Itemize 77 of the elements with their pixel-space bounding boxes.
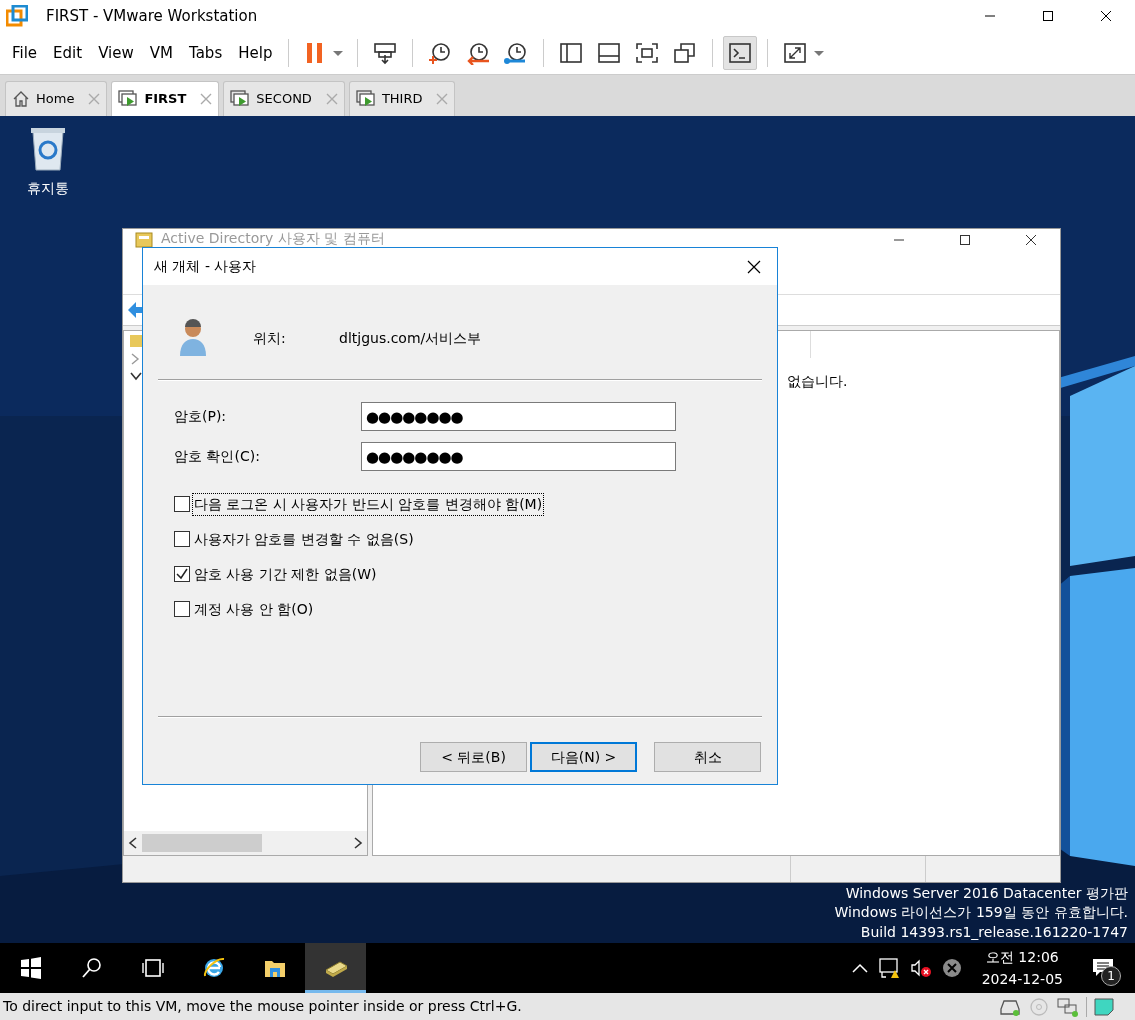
vm-tab[interactable]: FIRST [111, 81, 220, 116]
vm-tab[interactable]: SECOND [223, 81, 345, 116]
close-icon [747, 259, 761, 274]
console-view-icon [727, 41, 754, 65]
volume-muted-icon[interactable] [909, 957, 932, 979]
sidebar-view-icon [558, 41, 585, 65]
clock-date[interactable]: 2024-12-05 [981, 968, 1063, 990]
chevron-down-icon[interactable] [130, 371, 142, 381]
checkbox[interactable] [174, 566, 190, 582]
scroll-right-icon[interactable] [353, 837, 363, 849]
network-adapter-icon[interactable] [1056, 996, 1080, 1017]
scroll-left-icon[interactable] [128, 837, 138, 849]
browser-icon [201, 956, 226, 980]
checkbox-label[interactable]: 암호 사용 기간 제한 없음(W) [192, 562, 379, 586]
revert-snapshot-icon [465, 41, 492, 65]
console-view-button[interactable] [723, 36, 758, 70]
search-icon [79, 956, 104, 980]
vm-icon [355, 90, 376, 108]
home-icon [12, 90, 30, 108]
app-logo-icon [6, 5, 28, 27]
check-icon [176, 568, 188, 580]
os-notice-text: Build 14393.rs1_release.161220-1747 [859, 922, 1128, 942]
caret-icon [333, 50, 344, 56]
network-warning-icon[interactable] [877, 957, 900, 979]
chevron-right-icon[interactable] [130, 353, 140, 365]
scrollbar[interactable] [124, 831, 367, 855]
password-field[interactable]: ●●●●●●●● [361, 402, 676, 431]
note-icon[interactable] [1093, 996, 1115, 1017]
error-icon[interactable] [941, 958, 962, 978]
maximize-icon [959, 234, 971, 246]
checkbox-label[interactable]: 다음 로그온 시 사용자가 반드시 암호를 변경해야 함(M) [192, 492, 545, 516]
vm-tab[interactable]: THIRD [348, 81, 456, 116]
checkbox[interactable] [174, 496, 190, 512]
field-label: 암호(P): [173, 407, 228, 426]
checkbox-label[interactable]: 사용자가 암호를 변경할 수 없음(S) [192, 527, 416, 551]
checkbox-label[interactable]: 계정 사용 안 함(O) [192, 597, 316, 621]
dialog-button[interactable]: 취소 [654, 742, 761, 772]
menu-item[interactable]: Tabs [183, 38, 229, 68]
password-field[interactable]: ●●●●●●●● [361, 442, 676, 471]
user-icon [178, 319, 208, 357]
start-icon [18, 956, 43, 980]
field-label: 암호 확인(C): [173, 447, 261, 466]
empty-message: 없습니다. [787, 372, 849, 391]
dialog-button[interactable]: < 뒤로(B) [420, 742, 527, 772]
notification-count: 1 [1101, 966, 1121, 986]
stretch-icon [782, 41, 809, 65]
checkbox[interactable] [174, 531, 190, 547]
menu-item[interactable]: Edit [47, 38, 89, 68]
location-value: dltjgus.com/서비스부 [339, 328, 482, 348]
os-notice-text: Windows 라이선스가 159일 동안 유효합니다. [834, 903, 1128, 922]
location-label: 위치: [253, 328, 287, 348]
send-keys-icon [372, 41, 399, 65]
taskbar-button[interactable] [305, 943, 366, 993]
status-text: To direct input to this VM, move the mouse pointer inside or press Ctrl+G. [3, 997, 523, 1016]
chevron-up-icon[interactable] [851, 963, 868, 973]
os-notice-text: Windows Server 2016 Datacenter 평가판 [844, 883, 1128, 903]
vm-icon [230, 90, 251, 108]
caret-icon [814, 50, 825, 56]
vm-icon [118, 90, 139, 108]
window-title: FIRST - VMware Workstation [46, 5, 258, 27]
window-title: Active Directory 사용자 및 컴퓨터 [161, 230, 386, 247]
thumbnail-view-icon [596, 41, 623, 65]
menu-item[interactable]: Help [232, 38, 279, 68]
menu-item[interactable]: File [6, 38, 44, 68]
vm-tab[interactable]: Home [5, 81, 108, 116]
close-icon [1025, 234, 1037, 246]
menu-item[interactable]: View [92, 38, 140, 68]
maximize-icon [1042, 10, 1054, 22]
dialog-title: 새 개체 - 사용자 [154, 257, 258, 276]
menu-item[interactable]: VM [143, 38, 179, 68]
desktop-icon-label[interactable]: 휴지통 [27, 178, 69, 199]
dialog-button[interactable]: 다음(N) > [530, 742, 637, 772]
task-view-icon [140, 956, 165, 980]
clock-time[interactable]: 오전 12:06 [985, 946, 1059, 968]
full-screen-icon [634, 41, 661, 65]
checkbox[interactable] [174, 601, 190, 617]
close-icon [1100, 10, 1112, 22]
